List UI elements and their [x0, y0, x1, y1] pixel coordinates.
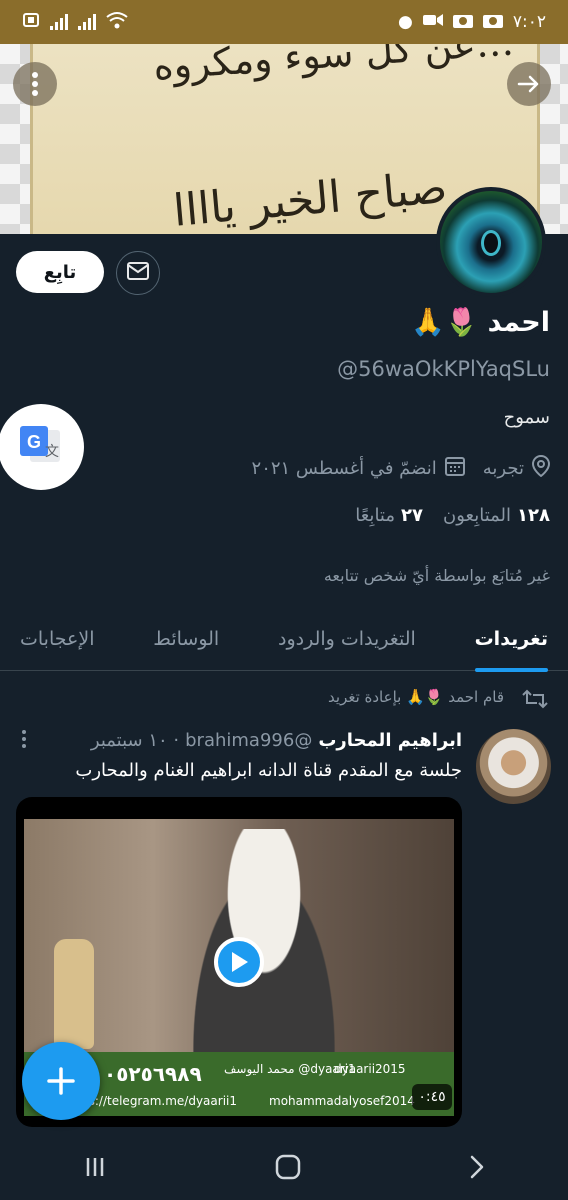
tweet-author-name[interactable]: ابراهيم المحارب — [318, 730, 462, 751]
compose-button[interactable] — [22, 1042, 100, 1120]
profile-joined: انضمّ في أغسطس ٢٠٢١ — [252, 456, 465, 481]
tweet-text: جلسة مع المقدم قناة الدانه ابراهيم الغنا… — [75, 760, 462, 781]
recents-icon[interactable] — [83, 1155, 107, 1183]
video-duration: ٠:٤٥ — [412, 1084, 452, 1110]
svg-text:G: G — [27, 432, 41, 452]
video-instagram: dyaarii2015 — [334, 1062, 406, 1076]
profile-handle: @56waOkKPlYaqSLu — [337, 357, 550, 381]
followers-stat[interactable]: ١٢٨المتابِعون — [443, 505, 550, 526]
retweet-icon — [522, 688, 548, 714]
video-person — [174, 829, 354, 1089]
follow-button[interactable]: تابِع — [16, 251, 104, 293]
video-twitter-name: محمد اليوسف — [224, 1062, 295, 1076]
following-stat[interactable]: ٢٧متابِعًا — [355, 505, 423, 526]
tweet-time: · ١٠ سبتمبر — [90, 730, 180, 751]
signal-1-icon — [50, 14, 68, 30]
google-translate-icon[interactable]: G 文 — [0, 404, 84, 490]
tweet-author-avatar[interactable] — [476, 729, 551, 804]
tweet-author-handle: @brahima996 — [185, 730, 313, 751]
svg-text:文: 文 — [45, 444, 59, 460]
profile-stats: ١٢٨المتابِعون ٢٧متابِعًا — [355, 505, 550, 526]
wifi-icon — [106, 11, 128, 34]
followers-count: ١٢٨ — [517, 505, 550, 526]
play-icon[interactable] — [214, 937, 264, 987]
camera-icon-1 — [452, 12, 473, 33]
video-icon — [422, 12, 443, 32]
back-chevron-icon[interactable] — [469, 1154, 485, 1184]
profile-bio: سموح — [503, 407, 550, 428]
location-text: تجربه — [482, 458, 524, 479]
tab-likes[interactable]: الإعجابات — [20, 608, 94, 671]
video-vase — [54, 939, 94, 1049]
profile-meta: تجربه انضمّ في أغسطس ٢٠٢١ — [252, 454, 551, 482]
following-count: ٢٧ — [401, 505, 423, 526]
camera-icon-2 — [482, 12, 503, 33]
location-pin-icon — [531, 454, 551, 482]
tweet-header: ابراهيم المحارب @brahima996 · ١٠ سبتمبر — [91, 730, 462, 751]
followers-label: المتابِعون — [443, 505, 512, 526]
status-bar-right: ● ٧:٠٢ — [398, 12, 546, 33]
plus-icon — [46, 1057, 76, 1106]
joined-text: انضمّ في أغسطس ٢٠٢١ — [251, 458, 437, 479]
arrow-right-icon[interactable] — [507, 62, 551, 106]
profile-name: احمد 🌷🙏 — [410, 307, 550, 338]
tab-tweets-replies[interactable]: التغريدات والردود — [278, 608, 416, 671]
more-vertical-icon[interactable] — [13, 62, 57, 106]
retweet-context: قام احمد 🌷🙏 بإعادة تغريد — [328, 688, 504, 706]
profile-avatar[interactable] — [436, 187, 546, 297]
tab-tweets[interactable]: تغريدات — [474, 608, 549, 672]
system-nav-bar — [0, 1138, 568, 1200]
banner-text-bottom: صباح الخير ياااا — [171, 162, 450, 234]
signal-2-icon — [78, 14, 96, 30]
home-icon[interactable] — [274, 1153, 302, 1185]
banner-text-top: …عن كل سوء ومكروه — [151, 44, 516, 89]
more-vertical-icon[interactable] — [22, 730, 26, 753]
message-button[interactable] — [116, 251, 160, 295]
status-time: ٧:٠٢ — [512, 12, 546, 32]
profile-tabs: تغريدات التغريدات والردود الوسائط الإعجا… — [0, 608, 568, 672]
following-label: متابِعًا — [355, 505, 396, 526]
status-bar: ● ٧:٠٢ — [0, 0, 568, 44]
dot-icon: ● — [398, 12, 413, 32]
tab-media[interactable]: الوسائط — [153, 608, 219, 671]
screenshot-icon — [22, 11, 40, 34]
envelope-icon — [127, 262, 149, 284]
video-facebook: mohammadalyosef2014 — [269, 1094, 415, 1108]
profile-location: تجربه — [482, 454, 551, 482]
not-followed-notice: غير مُتابَع بواسطة أيّ شخص تتابعه — [323, 566, 550, 585]
calendar-icon — [444, 456, 465, 481]
video-phone: ٠٥٢٥٦٩٨٩ — [104, 1062, 202, 1086]
status-bar-left — [22, 11, 128, 34]
